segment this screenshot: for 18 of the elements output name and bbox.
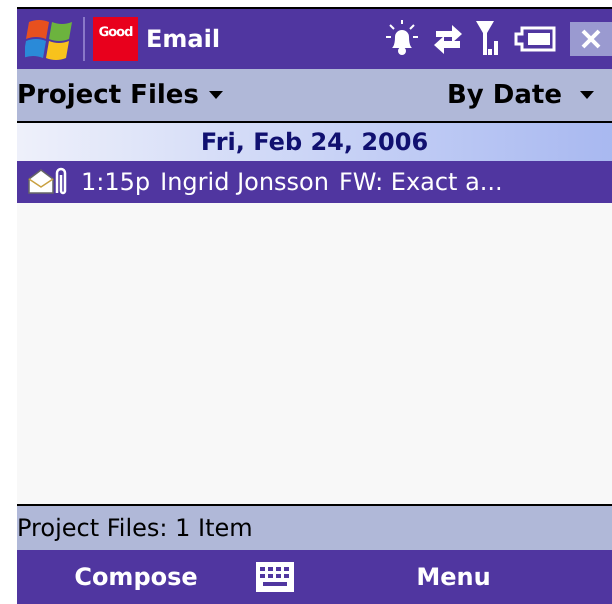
caret-icon [208, 91, 223, 99]
message-time: 1:15p [81, 167, 150, 198]
message-subject: FW: Exact a... [338, 167, 503, 198]
folder-dropdown[interactable]: Project Files [17, 76, 223, 114]
status-bar: Project Files: 1 Item [17, 506, 612, 550]
menu-softkey[interactable]: Menu [295, 559, 612, 595]
close-icon [580, 28, 602, 50]
sort-dropdown[interactable]: By Date [446, 76, 594, 114]
close-button[interactable] [570, 22, 612, 56]
message-sender: Ingrid Jonsson [160, 167, 329, 198]
caret-icon [580, 91, 594, 99]
date-header: Fri, Feb 24, 2006 [17, 123, 612, 161]
message-row[interactable]: 1:15p Ingrid Jonsson FW: Exact a... [17, 161, 612, 203]
app-badge: Good [93, 17, 138, 61]
keyboard-icon[interactable] [255, 561, 295, 593]
battery-icon[interactable] [514, 26, 556, 52]
compose-softkey[interactable]: Compose [17, 559, 255, 595]
window-title: Email [146, 24, 220, 55]
